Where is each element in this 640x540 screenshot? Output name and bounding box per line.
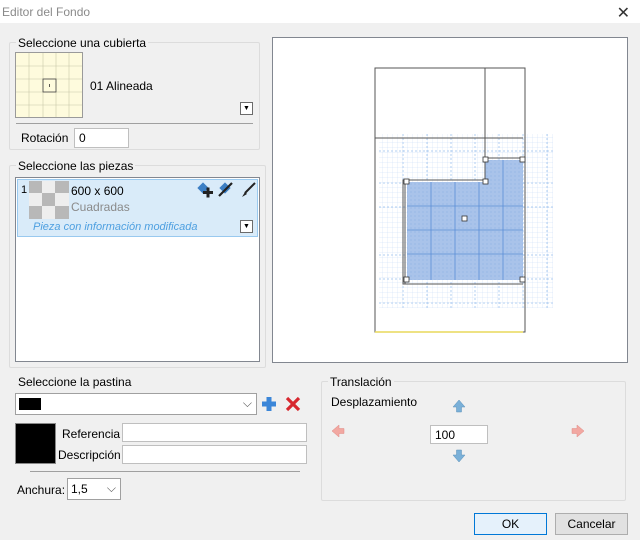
arrow-down-icon[interactable] bbox=[452, 449, 466, 463]
width-select[interactable]: 1,5 ⌵ bbox=[67, 478, 121, 500]
cancel-button[interactable]: Cancelar bbox=[555, 513, 628, 535]
cubierta-legend: Seleccione una cubierta bbox=[16, 36, 149, 50]
description-input[interactable] bbox=[122, 445, 307, 464]
description-label: Descripción bbox=[58, 448, 121, 462]
delete-piece-icon[interactable] bbox=[217, 181, 235, 199]
width-dropdown-icon[interactable]: ⌵ bbox=[107, 481, 116, 496]
cubierta-thumbnail-grid bbox=[16, 53, 82, 117]
pastina-color-swatch bbox=[19, 398, 41, 410]
pastina-color-preview bbox=[15, 423, 56, 464]
width-label: Anchura: bbox=[17, 483, 66, 497]
reference-label: Referencia bbox=[62, 427, 121, 441]
rotation-input[interactable]: 0 bbox=[74, 128, 129, 148]
rotation-label: Rotación bbox=[21, 131, 69, 145]
width-value: 1,5 bbox=[71, 482, 88, 496]
cubierta-thumbnail[interactable] bbox=[15, 52, 83, 118]
offset-label: Desplazamiento bbox=[331, 395, 418, 409]
pastina-dropdown-icon[interactable]: ⌵ bbox=[243, 396, 252, 411]
preview-panel bbox=[272, 37, 628, 363]
window-title: Editor del Fondo bbox=[2, 5, 91, 19]
piece-note: Pieza con información modificada bbox=[33, 221, 198, 233]
delete-icon[interactable] bbox=[285, 396, 301, 412]
pastina-separator bbox=[30, 471, 300, 472]
title-bar bbox=[0, 0, 640, 24]
offset-input[interactable]: 100 bbox=[430, 425, 488, 444]
arrow-up-icon[interactable] bbox=[452, 399, 466, 413]
cubierta-name: 01 Alineada bbox=[90, 79, 153, 93]
add-icon[interactable] bbox=[261, 396, 277, 412]
traslacion-legend: Translación bbox=[328, 375, 394, 389]
piece-item[interactable]: 1 600 x 600 Cuadradas Pieza con informac… bbox=[17, 179, 258, 237]
piece-size: 600 x 600 bbox=[71, 184, 124, 198]
piece-type: Cuadradas bbox=[71, 200, 130, 214]
piezas-legend: Seleccione las piezas bbox=[16, 159, 136, 173]
pastina-legend: Seleccione la pastina bbox=[16, 375, 134, 389]
preview-canvas bbox=[374, 67, 553, 333]
arrow-right-icon[interactable] bbox=[571, 424, 585, 438]
piece-dropdown-icon[interactable]: ▼ bbox=[240, 220, 253, 233]
ok-button[interactable]: OK bbox=[474, 513, 547, 535]
cubierta-dropdown-icon[interactable]: ▼ bbox=[240, 102, 253, 115]
piece-thumbnail-grid bbox=[29, 181, 69, 219]
piece-index: 1 bbox=[21, 184, 28, 196]
reference-input[interactable] bbox=[122, 423, 307, 442]
pastina-select[interactable]: ⌵ bbox=[15, 393, 257, 415]
arrow-left-icon[interactable] bbox=[331, 424, 345, 438]
close-icon[interactable]: ✕ bbox=[617, 3, 630, 23]
brush-icon[interactable] bbox=[239, 181, 257, 199]
add-piece-icon[interactable] bbox=[196, 181, 214, 199]
cubierta-separator bbox=[16, 123, 253, 124]
piece-thumbnail bbox=[29, 181, 69, 219]
